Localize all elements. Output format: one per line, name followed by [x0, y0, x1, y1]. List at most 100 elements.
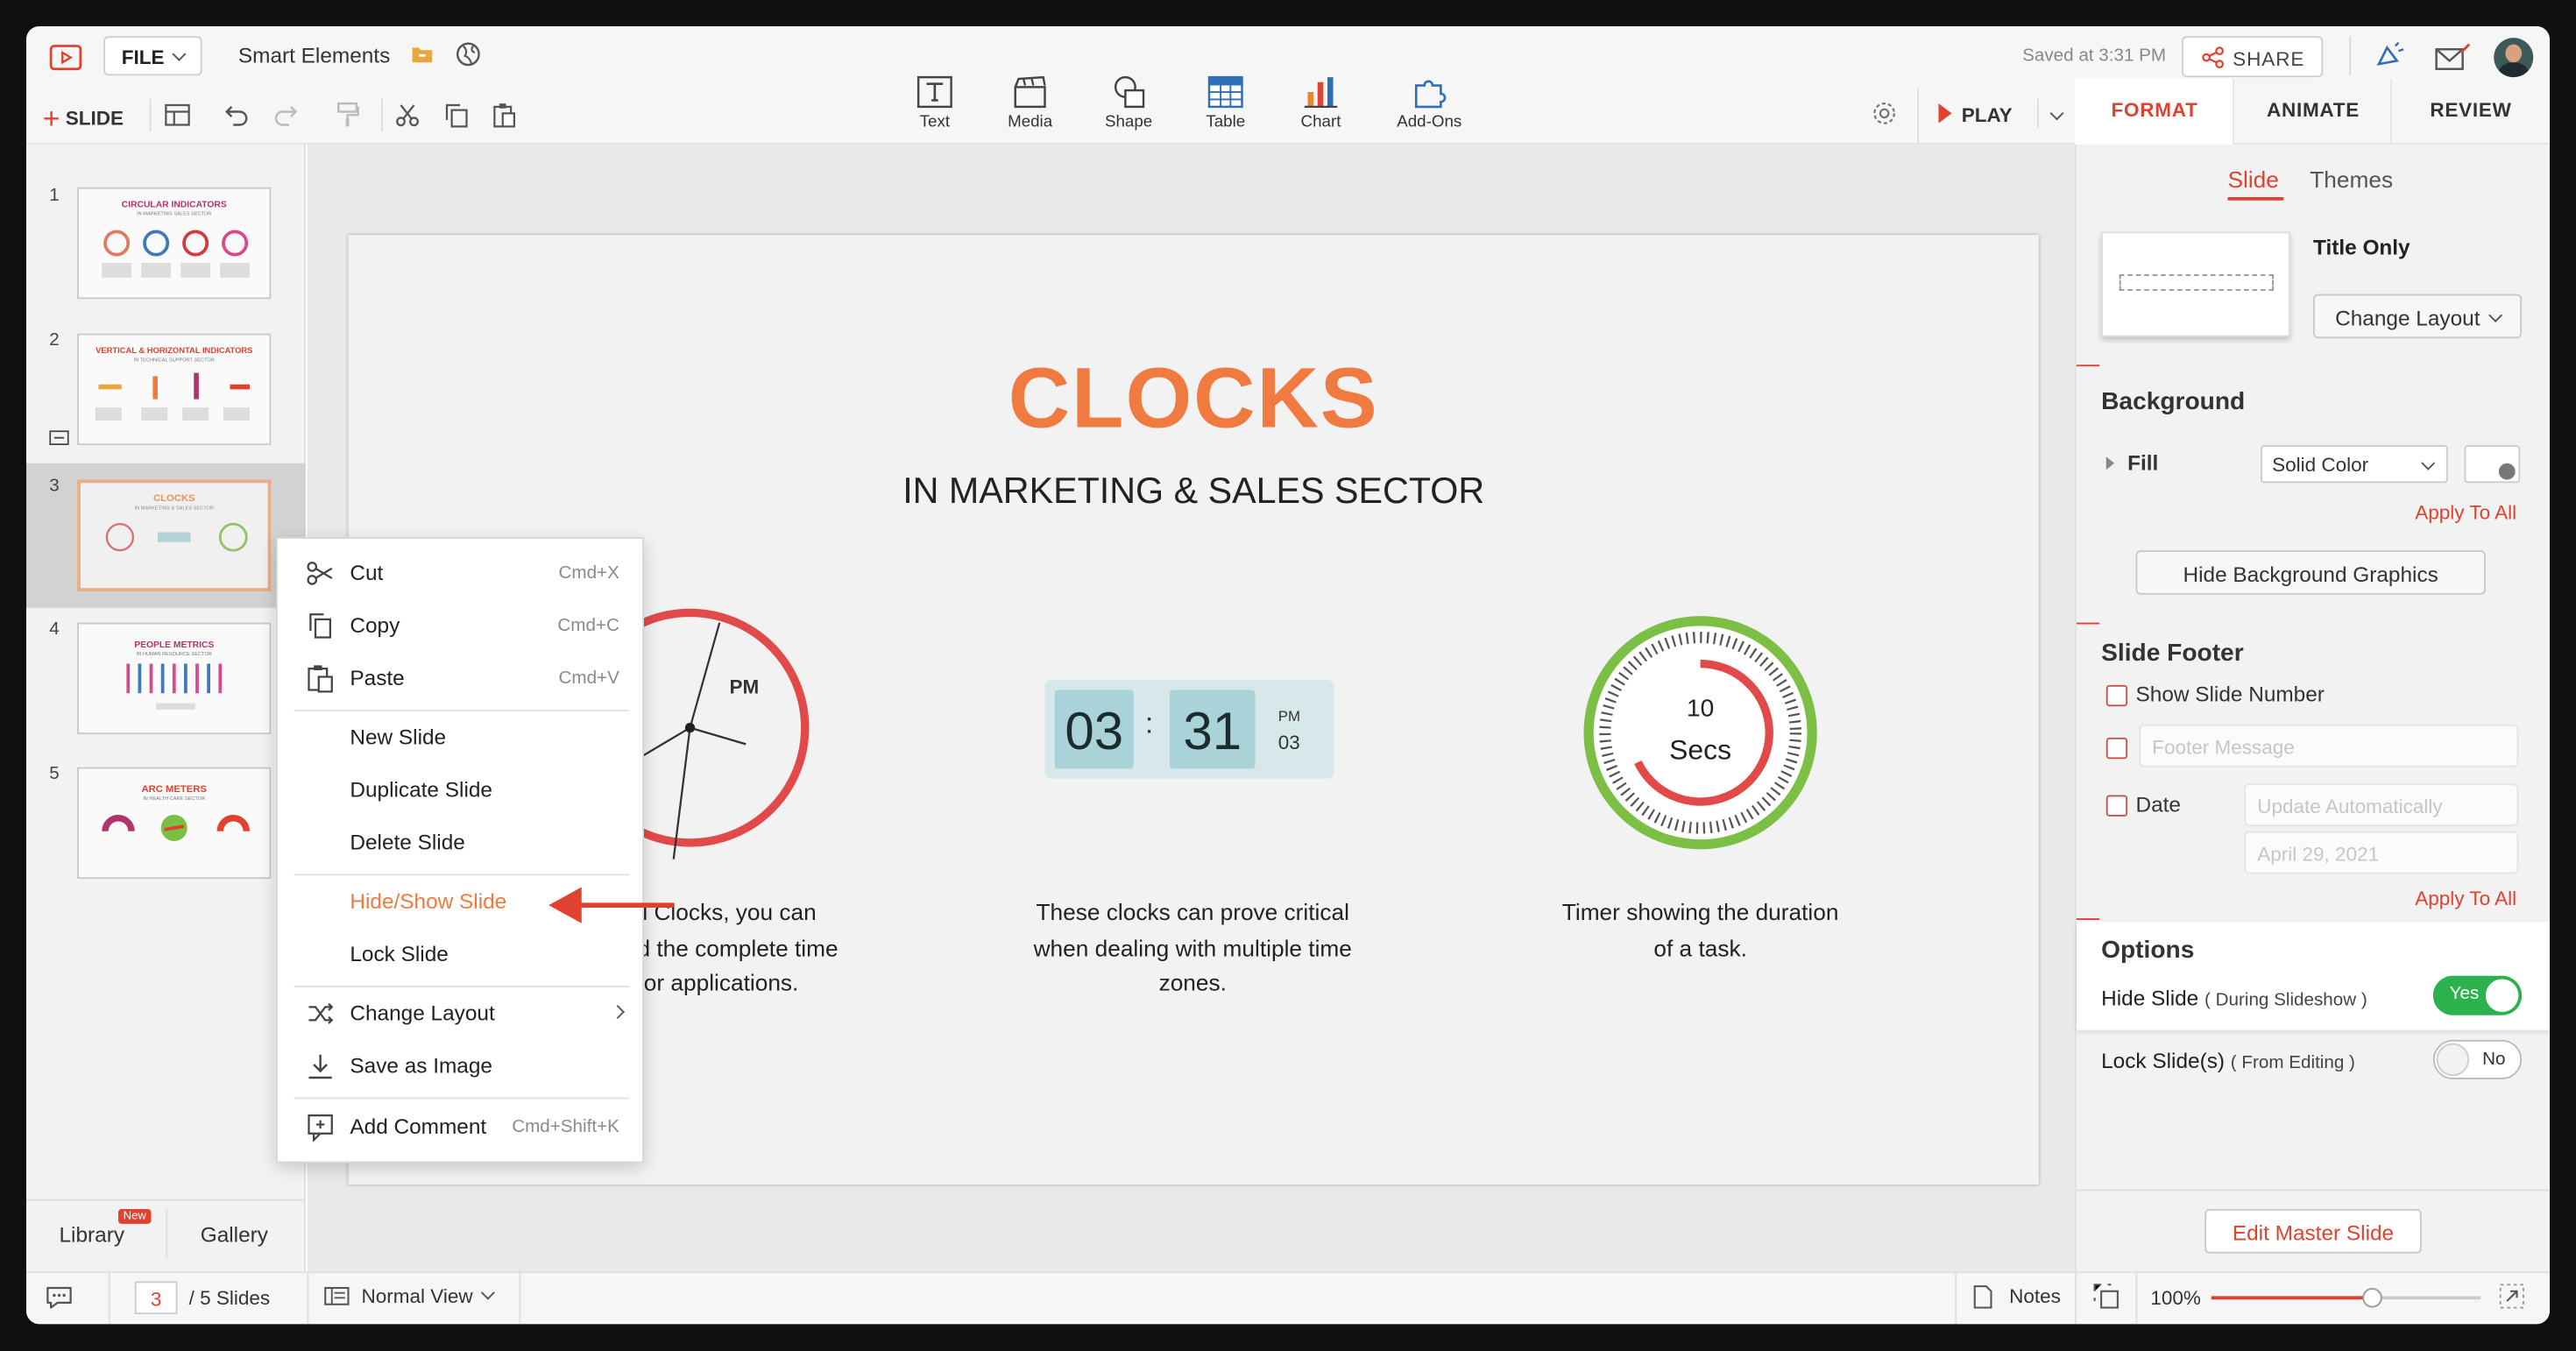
subtab-slide[interactable]: Slide	[2228, 166, 2279, 192]
layout-preview[interactable]	[2101, 231, 2290, 337]
subtab-themes[interactable]: Themes	[2310, 166, 2393, 192]
share-icon	[2202, 46, 2224, 68]
slide-thumbnail-1[interactable]: CIRCULAR INDICATORS IN MARKETING SALES S…	[77, 187, 272, 300]
tab-review[interactable]: REVIEW	[2392, 79, 2550, 145]
insert-chart-button[interactable]: Chart	[1280, 75, 1362, 131]
app-logo-icon[interactable]	[46, 39, 86, 75]
add-ons-button[interactable]: Add-Ons	[1388, 75, 1470, 131]
play-button[interactable]: PLAY	[1938, 102, 2013, 127]
footer-message-checkbox[interactable]	[2105, 737, 2128, 760]
menu-item-paste[interactable]: Paste Cmd+V	[278, 655, 646, 702]
play-label: PLAY	[1961, 103, 2013, 127]
thumb-graphic	[126, 663, 223, 710]
slide-subtitle[interactable]: IN MARKETING & SALES SECTOR	[349, 470, 2039, 513]
menu-item-delete-slide[interactable]: Delete Slide	[278, 820, 646, 866]
slide-title[interactable]: CLOCKS	[349, 350, 2039, 449]
menu-item-cut[interactable]: Cut Cmd+X	[278, 550, 646, 597]
countdown-timer[interactable]	[1581, 612, 1821, 852]
insert-text-button[interactable]: Text	[894, 75, 976, 131]
menu-item-change-layout[interactable]: Change Layout	[278, 991, 646, 1037]
add-slide-button[interactable]: + SLIDE	[43, 99, 124, 135]
insert-media-label: Media	[1008, 113, 1053, 131]
divider	[2037, 98, 2039, 129]
normal-view-icon[interactable]	[322, 1284, 352, 1307]
insert-shape-button[interactable]: Shape	[1087, 75, 1170, 131]
file-menu-button[interactable]: FILE	[103, 36, 202, 76]
thumb-graphic	[105, 522, 248, 552]
view-selector[interactable]: Normal View	[362, 1284, 495, 1308]
show-slide-number-checkbox[interactable]	[2105, 684, 2128, 707]
scissors-icon[interactable]	[391, 99, 424, 132]
hide-background-graphics-button[interactable]: Hide Background Graphics	[2135, 550, 2486, 595]
document-title[interactable]: Smart Elements	[238, 43, 390, 67]
settings-gear-icon[interactable]	[1868, 97, 1901, 131]
menu-shortcut: Cmd+X	[558, 563, 619, 584]
lock-slide-toggle[interactable]: No	[2432, 1039, 2523, 1079]
menu-separator	[294, 874, 630, 876]
caption-right[interactable]: Timer showing the duration of a task.	[1515, 895, 1886, 966]
slide-thumbnail-2[interactable]: VERTICAL & HORIZONTAL INDICATORS IN TECH…	[77, 333, 272, 446]
copy-icon[interactable]	[441, 99, 474, 132]
chat-icon[interactable]	[43, 1282, 76, 1315]
slide-thumbnail-5[interactable]: ARC METERS IN HEALTH CARE SECTOR	[77, 767, 272, 880]
divider	[2075, 1271, 2077, 1325]
menu-item-lock-slide[interactable]: Lock Slide	[278, 931, 646, 978]
notifications-icon[interactable]	[2373, 39, 2409, 75]
current-slide-input[interactable]: 3	[134, 1281, 178, 1314]
apply-background-to-all[interactable]: Apply To All	[2415, 501, 2516, 524]
fill-type-select[interactable]: Solid Color	[2261, 445, 2448, 484]
fit-to-screen-icon[interactable]	[2091, 1282, 2121, 1312]
redo-icon[interactable]	[270, 99, 303, 132]
insert-media-button[interactable]: Media	[989, 75, 1072, 131]
apply-footer-to-all[interactable]: Apply To All	[2415, 888, 2516, 910]
date-checkbox[interactable]	[2105, 795, 2128, 817]
notes-icon[interactable]	[1971, 1283, 1994, 1309]
section-marker	[2077, 364, 2100, 367]
globe-icon[interactable]	[454, 39, 484, 69]
zoom-slider[interactable]	[2211, 1288, 2481, 1308]
menu-item-save-as-image[interactable]: Save as Image	[278, 1043, 646, 1090]
zoom-level[interactable]: 100%	[2150, 1286, 2201, 1309]
slide-thumbnail-3[interactable]: CLOCKS IN MARKETING & SALES SECTOR	[77, 479, 272, 591]
paste-icon[interactable]	[488, 99, 521, 132]
feedback-mail-icon[interactable]	[2433, 39, 2473, 75]
fill-color-picker[interactable]	[2464, 445, 2521, 484]
notes-button[interactable]: Notes	[2009, 1284, 2061, 1307]
digital-clock[interactable]: 03 : 31 PM 03	[1044, 680, 1334, 779]
gallery-tab[interactable]: Gallery	[201, 1222, 268, 1247]
media-clapper-icon	[1014, 75, 1046, 109]
date-mode-select[interactable]: Update Automatically	[2244, 783, 2519, 827]
insert-table-button[interactable]: Table	[1185, 75, 1267, 131]
play-options-dropdown[interactable]	[2042, 102, 2064, 131]
date-value-select[interactable]: April 29, 2021	[2244, 831, 2519, 874]
divider	[307, 1271, 309, 1325]
layout-icon[interactable]	[161, 99, 195, 132]
toggle-knob	[2485, 979, 2519, 1012]
caret-right-icon[interactable]	[2105, 456, 2115, 470]
folder-icon[interactable]	[407, 41, 437, 67]
menu-item-copy[interactable]: Copy Cmd+C	[278, 603, 646, 649]
chevron-down-icon	[2049, 106, 2064, 121]
edit-master-slide-button[interactable]: Edit Master Slide	[2204, 1209, 2422, 1254]
slide-footer-heading: Slide Footer	[2101, 639, 2244, 668]
tab-format[interactable]: FORMAT	[2075, 79, 2234, 145]
thumb-subtitle: IN MARKETING & SALES SECTOR	[134, 504, 215, 512]
tab-animate[interactable]: ANIMATE	[2234, 79, 2392, 145]
slide-thumbnail-4[interactable]: PEOPLE METRICS IN HUMAN RESOURCE SECTOR	[77, 622, 272, 735]
fullscreen-icon[interactable]	[2497, 1282, 2527, 1312]
menu-item-new-slide[interactable]: New Slide	[278, 715, 646, 761]
avatar[interactable]	[2494, 38, 2534, 78]
footer-message-input[interactable]: Footer Message	[2139, 724, 2519, 767]
menu-item-add-comment[interactable]: Add Comment Cmd+Shift+K	[278, 1104, 646, 1150]
chevron-down-icon	[2488, 308, 2502, 322]
color-dropdown-icon	[2498, 463, 2516, 480]
format-painter-icon[interactable]	[332, 99, 365, 132]
caption-middle[interactable]: These clocks can prove critical when dea…	[993, 895, 1394, 1001]
hide-slide-note: ( During Slideshow )	[2204, 990, 2367, 1011]
undo-icon[interactable]	[220, 99, 253, 132]
library-tab[interactable]: Library	[60, 1222, 125, 1247]
hide-slide-toggle[interactable]: Yes	[2432, 975, 2523, 1015]
share-button[interactable]: SHARE	[2182, 36, 2324, 78]
change-layout-button[interactable]: Change Layout	[2313, 294, 2523, 339]
menu-item-duplicate-slide[interactable]: Duplicate Slide	[278, 767, 646, 814]
